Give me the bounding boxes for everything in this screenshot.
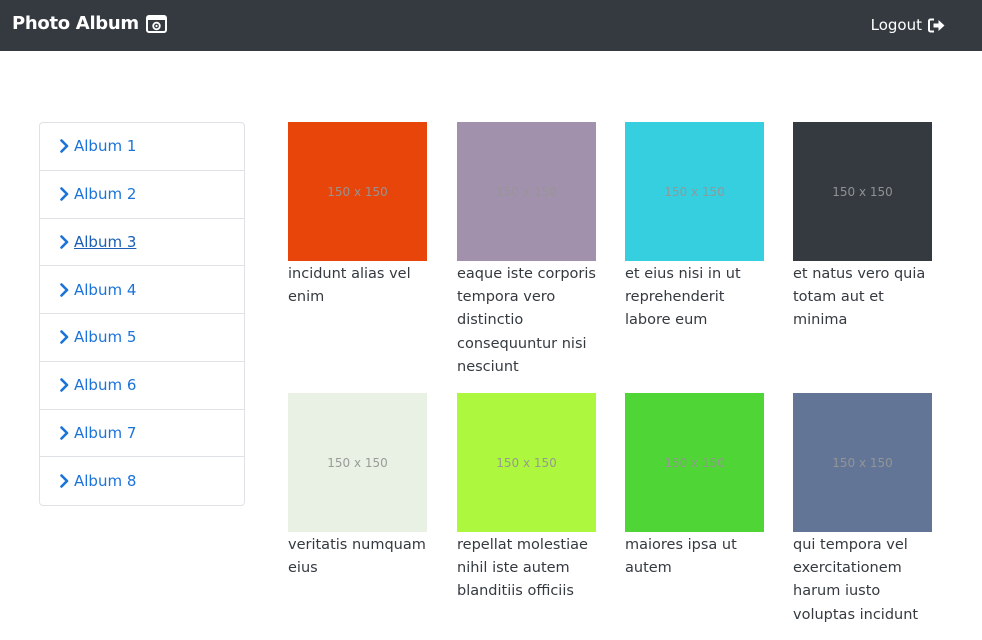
chevron-right-icon xyxy=(60,330,69,345)
brand[interactable]: Photo Album xyxy=(12,13,167,34)
thumbnail-placeholder-text: 150 x 150 xyxy=(327,455,388,470)
sidebar-item-album-7[interactable]: Album 7 xyxy=(40,410,244,458)
sidebar-item-label: Album 6 xyxy=(74,376,137,395)
photo-title: qui tempora vel exercitationem harum ius… xyxy=(793,537,919,623)
photo-thumbnail[interactable]: 150 x 150 xyxy=(457,393,596,532)
sidebar-item-label: Album 2 xyxy=(74,185,137,204)
sidebar-item-label: Album 8 xyxy=(74,472,137,491)
thumbnail-placeholder-text: 150 x 150 xyxy=(664,184,725,199)
sidebar-item-album-4[interactable]: Album 4 xyxy=(40,266,244,314)
logout-icon xyxy=(928,18,945,32)
sidebar-item-label: Album 4 xyxy=(74,280,137,299)
photo-card: 150 x 150 eaque iste corporis tempora ver… xyxy=(457,122,597,379)
photo-card: 150 x 150 incidunt alias vel enim xyxy=(288,122,428,309)
sidebar-item-album-8[interactable]: Album 8 xyxy=(40,457,244,505)
chevron-right-icon xyxy=(60,426,69,440)
photo-card: 150 x 150 qui tempora vel exercitationem … xyxy=(793,393,933,627)
photo-card: 150 x 150 repellat molestiae nihil iste a… xyxy=(457,393,597,604)
sidebar-item-album-1[interactable]: Album 1 xyxy=(40,123,244,171)
photo-thumbnail[interactable]: 150 x 150 xyxy=(793,393,932,532)
chevron-right-icon xyxy=(60,187,69,201)
photo-thumbnail[interactable]: 150 x 150 xyxy=(288,122,427,261)
top-navbar: Photo Album Logout xyxy=(0,0,982,51)
photo-thumbnail[interactable]: 150 x 150 xyxy=(793,122,932,261)
photo-title: et eius nisi in ut reprehenderit labore … xyxy=(625,266,741,329)
thumbnail-placeholder-text: 150 x 150 xyxy=(832,184,893,199)
sidebar-item-label: Album 5 xyxy=(74,328,137,347)
photo-card: 150 x 150 et natus vero quia totam aut et… xyxy=(793,122,933,333)
chevron-right-icon xyxy=(60,139,69,154)
sidebar-item-label: Album 3 xyxy=(74,232,137,251)
photo-title: incidunt alias vel enim xyxy=(288,266,411,306)
photo-card: 150 x 150 veritatis numquam eius xyxy=(288,393,428,580)
logout-label: Logout xyxy=(870,16,922,34)
thumbnail-placeholder-text: 150 x 150 xyxy=(496,184,557,199)
photo-title: maiores ipsa ut autem xyxy=(625,537,737,577)
photo-title: veritatis numquam eius xyxy=(288,537,426,577)
photo-card: 150 x 150 maiores ipsa ut autem xyxy=(625,393,765,580)
brand-title: Photo Album xyxy=(12,13,139,34)
photo-thumbnail[interactable]: 150 x 150 xyxy=(457,122,596,261)
photo-title: eaque iste corporis tempora vero distinc… xyxy=(457,266,596,375)
photo-title: repellat molestiae nihil iste autem blan… xyxy=(457,537,588,600)
sidebar-item-album-2[interactable]: Album 2 xyxy=(40,171,244,219)
chevron-right-icon xyxy=(60,474,69,488)
thumbnail-placeholder-text: 150 x 150 xyxy=(832,455,893,470)
photo-thumbnail[interactable]: 150 x 150 xyxy=(625,122,764,261)
photo-thumbnail[interactable]: 150 x 150 xyxy=(288,393,427,532)
thumbnail-placeholder-text: 150 x 150 xyxy=(664,455,725,470)
chevron-right-icon xyxy=(60,378,69,392)
chevron-right-icon xyxy=(60,282,69,297)
sidebar-item-label: Album 7 xyxy=(74,423,137,442)
photo-title: et natus vero quia totam aut et minima xyxy=(793,266,926,329)
album-list: Album 1 Album 2 Album 3 Album 4 Album 5 Album… xyxy=(39,122,245,506)
logout-button[interactable]: Logout xyxy=(871,16,945,34)
thumbnail-placeholder-text: 150 x 150 xyxy=(327,184,388,199)
sidebar-item-label: Album 1 xyxy=(74,137,137,156)
thumbnail-placeholder-text: 150 x 150 xyxy=(496,455,557,470)
sidebar-item-album-5[interactable]: Album 5 xyxy=(40,314,244,362)
photo-album-icon xyxy=(145,15,167,33)
sidebar-item-album-6[interactable]: Album 6 xyxy=(40,362,244,410)
sidebar-item-album-3[interactable]: Album 3 xyxy=(40,219,244,267)
photo-card: 150 x 150 et eius nisi in ut reprehenderi… xyxy=(625,122,765,333)
chevron-right-icon xyxy=(60,235,69,249)
photo-thumbnail[interactable]: 150 x 150 xyxy=(625,393,764,532)
